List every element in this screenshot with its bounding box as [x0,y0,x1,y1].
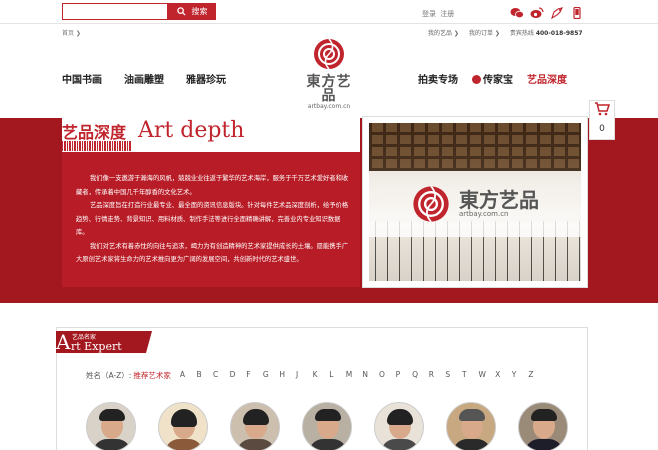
logo-text: 東方艺品 [306,74,352,104]
filter-letter[interactable]: R [429,370,446,381]
filter-label: 姓名（A-Z）: [86,371,132,380]
description-paragraph: 艺品深度旨在打造行业最专业、最全面的资讯信息版块。针对每件艺术品深度剖析，给予价… [76,202,349,236]
top-links: 我的艺品 ❯ 我的订单 ❯ 贵宾热线 400-018-9857 [428,28,583,37]
hotline-number: 400-018-9857 [535,30,583,37]
weibo-icon[interactable] [530,4,544,18]
filter-letter[interactable]: F [246,370,263,381]
artist-avatar[interactable] [158,402,208,450]
filter-letter[interactable]: N [362,370,379,381]
filter-letter[interactable]: G [263,370,280,381]
search-icon [176,7,186,16]
description-paragraph: 我们像一支邀游于瀚海的风帆，兢兢业业往返于繁华的艺术海岸，服务于千万艺术爱好者和… [76,175,349,196]
nav-item-heirloom-label: 传家宝 [483,75,513,86]
filter-letter[interactable]: A [180,370,197,381]
studio-photo: 東方艺品 artbay.com.cn [369,123,581,281]
search-button-label: 搜索 [191,7,208,16]
search-input[interactable] [62,3,168,20]
overlay-logo-text: 東方艺品 [459,188,539,212]
logo-url: artbay.com.cn [307,103,351,110]
login-link[interactable]: 登录 [422,10,436,18]
filter-letter[interactable]: W [479,370,496,381]
phone-icon[interactable] [570,4,584,20]
register-link[interactable]: 注册 [440,10,454,18]
my-art-link[interactable]: 我的艺品 ❯ [428,28,459,37]
filter-letter[interactable]: O [379,370,396,381]
filter-letter[interactable]: Z [528,370,545,381]
cart-button[interactable]: 0 [589,100,615,140]
art-depth-title-cn: 艺品深度 [62,123,127,142]
filter-letter[interactable]: L [329,370,346,381]
main-nav-left: 中国书画 油画雕塑 雅器珍玩 [62,71,226,86]
breadcrumb: 首页 ❯ [62,28,81,37]
alphabet-filter: 姓名（A-Z）: 推荐艺术家 A B C D F G H J K L M N O… [86,370,545,381]
art-depth-photo: 東方艺品 artbay.com.cn [362,116,588,288]
nav-item-antiques[interactable]: 雅器珍玩 [186,71,226,86]
hotline-label: 贵宾热线 [509,30,534,37]
filter-letter[interactable]: M [346,370,363,381]
artist-avatar[interactable] [446,402,496,450]
filter-letter[interactable]: S [445,370,462,381]
art-expert-title: A 艺品名家 rt Expert [56,330,152,354]
photo-logo-overlay: 東方艺品 artbay.com.cn [369,171,581,237]
artist-avatar[interactable] [374,402,424,450]
heirloom-badge-icon [472,75,481,84]
logo-flower-icon [314,38,344,70]
art-depth-title: 艺品深度 Art depth [62,118,360,152]
nav-item-heirloom[interactable]: 传家宝 [472,71,513,86]
filter-letter[interactable]: Q [412,370,429,381]
nav-item-oil-sculpture[interactable]: 油画雕塑 [124,71,164,86]
filter-letter[interactable]: C [213,370,230,381]
filter-letter[interactable]: Y [512,370,529,381]
filter-letter[interactable]: K [313,370,330,381]
filter-letter[interactable]: B [196,370,213,381]
artist-avatar[interactable] [302,402,352,450]
art-depth-title-en: Art depth [138,118,245,143]
description-paragraph: 我们对艺术有着赤忱的向往与追求，竭力为有创造精神的艺术家提供成长的土壤。愿能携手… [76,242,349,264]
art-depth-description: 我们像一支邀游于瀚海的风帆，兢兢业业往返于繁华的艺术海岸，服务于千万艺术爱好者和… [76,172,352,267]
filter-letter[interactable]: H [279,370,296,381]
breadcrumb-home[interactable]: 首页 ❯ [62,30,81,37]
artist-avatar[interactable] [86,402,136,450]
hotline: 贵宾热线 400-018-9857 [510,28,583,37]
social-icons [510,4,584,20]
login-links: 登录 注册 [422,9,456,19]
filter-letter[interactable]: P [396,370,413,381]
art-expert-title-en: rt Expert [71,340,122,353]
nav-item-calligraphy[interactable]: 中国书画 [62,71,102,86]
filter-recommended[interactable]: 推荐艺术家 [133,370,171,381]
main-nav-right: 拍卖专场 传家宝 艺品深度 [418,71,567,86]
site-logo[interactable]: 東方艺品 artbay.com.cn [304,37,354,110]
filter-letter[interactable]: X [495,370,512,381]
cart-count: 0 [599,124,605,134]
cart-icon [595,102,611,116]
header-divider [0,23,658,24]
filter-letter[interactable]: T [462,370,479,381]
artist-avatar[interactable] [518,402,568,450]
wechat-icon[interactable] [510,4,524,19]
logo-flower-icon [413,185,449,223]
artist-avatar-list [86,402,568,450]
filter-letter[interactable]: D [230,370,247,381]
my-orders-link[interactable]: 我的订单 ❯ [469,28,500,37]
qq-icon[interactable] [550,4,564,20]
artist-avatar[interactable] [230,402,280,450]
filter-letter[interactable]: J [296,370,313,381]
search-button[interactable]: 搜索 [168,3,216,20]
nav-item-art-depth[interactable]: 艺品深度 [527,71,567,86]
art-expert-title-initial: A [56,330,71,354]
window-lattice [369,123,581,171]
nav-item-auction[interactable]: 拍卖专场 [418,71,458,86]
title-tab-decoration [146,331,152,353]
